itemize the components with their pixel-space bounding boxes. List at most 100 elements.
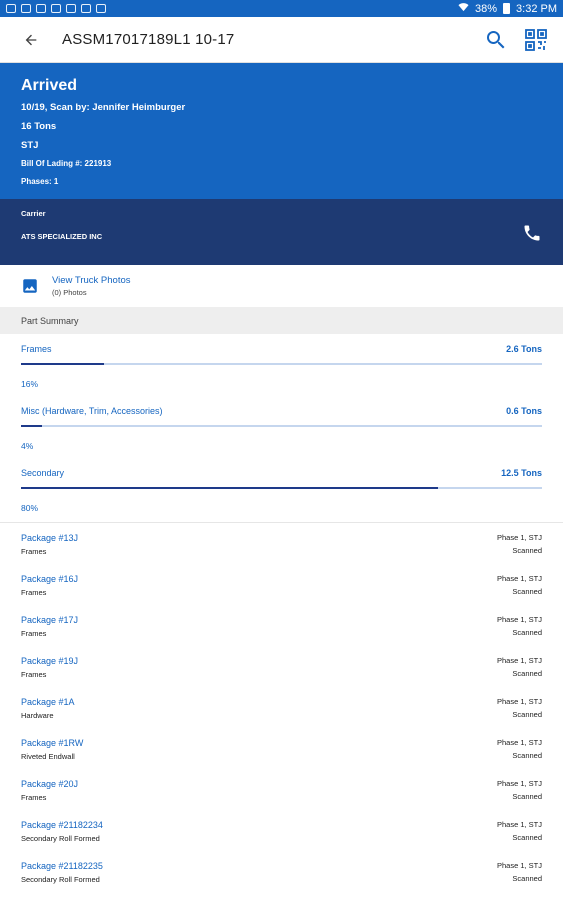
package-phase: Phase 1, STJ <box>496 697 542 706</box>
package-name: Package #16J <box>21 574 79 584</box>
package-type: Secondary Roll Formed <box>21 834 100 843</box>
scan-info: 10/19, Scan by: Jennifer Heimburger <box>21 102 186 113</box>
summary-row: Frames 2.6 Tons 16% <box>21 334 542 396</box>
app-bar-actions <box>483 27 549 53</box>
package-phase: Phase 1, STJ <box>496 615 542 624</box>
summary-category: Secondary <box>21 468 65 478</box>
package-status: Scanned <box>512 792 542 801</box>
notification-icon <box>36 4 46 13</box>
package-type: Hardware <box>21 711 54 720</box>
package-row[interactable]: Package #13J Frames Phase 1, STJ Scanned <box>0 523 563 564</box>
package-row[interactable]: Package #21182235 Secondary Roll Formed … <box>0 851 563 892</box>
summary-tons: 12.5 Tons <box>501 468 542 478</box>
part-summary-list: Frames 2.6 Tons 16% Misc (Hardware, Trim… <box>0 334 563 520</box>
package-list: Package #13J Frames Phase 1, STJ Scanned… <box>0 522 563 892</box>
carrier-name: ATS SPECIALIZED INC <box>21 232 103 241</box>
progress-fill <box>21 363 105 365</box>
shipment-status: Arrived <box>21 77 78 94</box>
phone-icon[interactable] <box>521 222 543 244</box>
package-name: Package #1A <box>21 697 75 707</box>
notification-icon <box>96 4 106 13</box>
package-type: Frames <box>21 588 47 597</box>
shipment-header: Arrived 10/19, Scan by: Jennifer Heimbur… <box>0 63 563 199</box>
package-phase: Phase 1, STJ <box>496 820 542 829</box>
app-bar: ASSM17017189L1 10-17 <box>0 17 563 63</box>
package-phase: Phase 1, STJ <box>496 779 542 788</box>
bill-of-lading: Bill Of Lading #: 221913 <box>21 159 112 168</box>
phases: Phases: 1 <box>21 177 59 186</box>
notification-icon <box>21 4 31 13</box>
image-icon <box>21 277 39 295</box>
package-type: Frames <box>21 793 47 802</box>
package-status: Scanned <box>512 874 542 883</box>
package-row[interactable]: Package #1RW Riveted Endwall Phase 1, ST… <box>0 728 563 769</box>
package-phase: Phase 1, STJ <box>496 738 542 747</box>
package-status: Scanned <box>512 751 542 760</box>
package-phase: Phase 1, STJ <box>496 656 542 665</box>
qr-code-icon[interactable] <box>523 27 549 53</box>
summary-tons: 0.6 Tons <box>506 406 542 416</box>
view-truck-photos-label: View Truck Photos <box>52 275 131 286</box>
part-summary-header: Part Summary <box>0 307 563 334</box>
clock: 3:32 PM <box>516 2 557 15</box>
package-row[interactable]: Package #16J Frames Phase 1, STJ Scanned <box>0 564 563 605</box>
progress-track <box>21 487 542 489</box>
notification-icon <box>6 4 16 13</box>
wifi-icon <box>458 2 469 15</box>
view-truck-photos[interactable]: View Truck Photos (0) Photos <box>0 265 563 307</box>
summary-percent: 80% <box>21 503 39 513</box>
search-icon[interactable] <box>483 27 509 53</box>
progress-fill <box>21 425 42 427</box>
package-name: Package #13J <box>21 533 79 543</box>
package-type: Frames <box>21 547 47 556</box>
carrier-section: Carrier ATS SPECIALIZED INC <box>0 199 563 265</box>
package-name: Package #20J <box>21 779 79 789</box>
photo-count: (0) Photos <box>52 288 87 297</box>
package-name: Package #1RW <box>21 738 84 748</box>
package-status: Scanned <box>512 710 542 719</box>
summary-percent: 4% <box>21 441 34 451</box>
progress-track <box>21 425 542 427</box>
package-status: Scanned <box>512 833 542 842</box>
package-row[interactable]: Package #17J Frames Phase 1, STJ Scanned <box>0 605 563 646</box>
summary-percent: 16% <box>21 379 39 389</box>
package-phase: Phase 1, STJ <box>496 574 542 583</box>
shipment-location: STJ <box>21 140 39 151</box>
package-row[interactable]: Package #19J Frames Phase 1, STJ Scanned <box>0 646 563 687</box>
page-title: ASSM17017189L1 10-17 <box>62 31 235 48</box>
package-row[interactable]: Package #21182234 Secondary Roll Formed … <box>0 810 563 851</box>
summary-category: Misc (Hardware, Trim, Accessories) <box>21 406 163 416</box>
arrow-left-icon[interactable] <box>20 29 42 51</box>
package-phase: Phase 1, STJ <box>496 533 542 542</box>
package-row[interactable]: Package #1A Hardware Phase 1, STJ Scanne… <box>0 687 563 728</box>
package-status: Scanned <box>512 587 542 596</box>
notification-icon <box>66 4 76 13</box>
package-name: Package #19J <box>21 656 79 666</box>
package-status: Scanned <box>512 546 542 555</box>
summary-category: Frames <box>21 344 52 354</box>
summary-tons: 2.6 Tons <box>506 344 542 354</box>
package-status: Scanned <box>512 669 542 678</box>
package-type: Secondary Roll Formed <box>21 875 100 884</box>
status-bar: 38% 3:32 PM <box>0 0 563 17</box>
package-name: Package #17J <box>21 615 79 625</box>
status-right: 38% 3:32 PM <box>458 2 557 15</box>
notification-icons <box>6 4 106 13</box>
battery-percent: 38% <box>475 2 498 15</box>
package-row[interactable]: Package #20J Frames Phase 1, STJ Scanned <box>0 769 563 810</box>
notification-icon <box>81 4 91 13</box>
package-phase: Phase 1, STJ <box>496 861 542 870</box>
package-name: Package #21182234 <box>21 820 103 830</box>
summary-row: Secondary 12.5 Tons 80% <box>21 458 542 520</box>
package-type: Riveted Endwall <box>21 752 75 761</box>
package-type: Frames <box>21 670 47 679</box>
progress-fill <box>21 487 438 489</box>
battery-icon <box>503 3 511 14</box>
package-name: Package #21182235 <box>21 861 103 871</box>
shipment-weight: 16 Tons <box>21 121 57 132</box>
notification-icon <box>51 4 61 13</box>
package-type: Frames <box>21 629 47 638</box>
summary-row: Misc (Hardware, Trim, Accessories) 0.6 T… <box>21 396 542 458</box>
package-status: Scanned <box>512 628 542 637</box>
progress-track <box>21 363 542 365</box>
